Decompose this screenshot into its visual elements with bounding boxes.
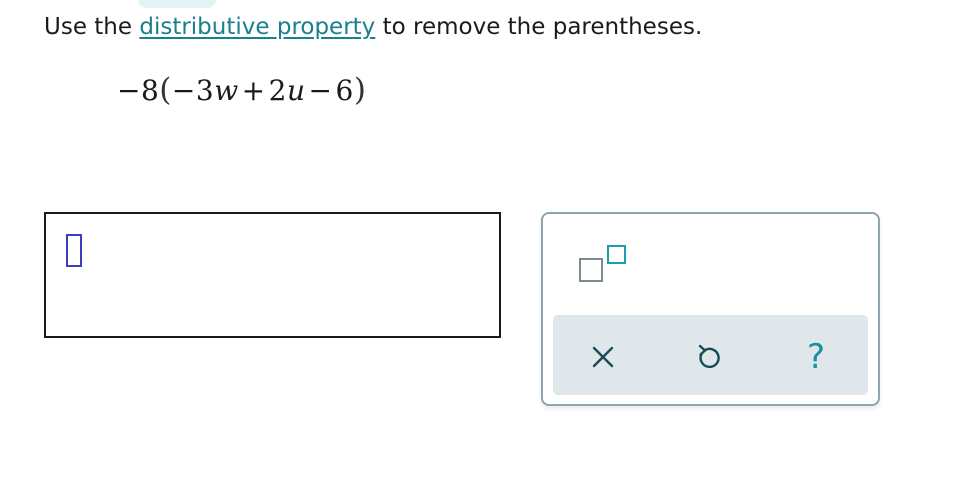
open-paren: ( xyxy=(159,72,172,108)
term1-coef: 3 xyxy=(195,74,215,107)
term3: 6 xyxy=(335,74,354,107)
help-icon: ? xyxy=(806,337,826,377)
palette-action-bar: ? xyxy=(553,315,868,395)
instruction-prefix: Use the xyxy=(44,14,140,40)
clear-button[interactable] xyxy=(581,335,625,379)
help-button[interactable]: ? xyxy=(794,335,838,379)
undo-icon xyxy=(698,344,720,369)
answer-input[interactable] xyxy=(44,212,501,338)
term1-var: w xyxy=(214,74,239,107)
instruction-suffix: to remove the parentheses. xyxy=(375,14,703,40)
clear-icon xyxy=(592,346,614,368)
close-paren: ) xyxy=(353,72,367,108)
term1-sign: − xyxy=(171,74,196,107)
term2-coef: 2 xyxy=(268,74,287,107)
op-minus: − xyxy=(308,74,333,107)
answer-cursor-slot[interactable] xyxy=(66,234,82,267)
top-tab-indicator xyxy=(138,0,216,8)
math-expression: −8(−3w +2u −6) xyxy=(117,70,366,111)
coef: 8 xyxy=(140,74,160,107)
superscript-button[interactable] xyxy=(575,242,631,288)
term2-var: u xyxy=(286,74,306,107)
distributive-property-link[interactable]: distributive property xyxy=(139,14,375,40)
undo-button[interactable] xyxy=(687,335,731,379)
coef-sign: − xyxy=(117,74,141,107)
superscript-exponent-box-icon xyxy=(607,245,626,264)
instruction-text: Use the distributive property to remove … xyxy=(44,12,702,42)
superscript-base-box-icon xyxy=(579,258,603,282)
op-plus: + xyxy=(241,74,266,107)
math-palette: ? xyxy=(541,212,880,406)
